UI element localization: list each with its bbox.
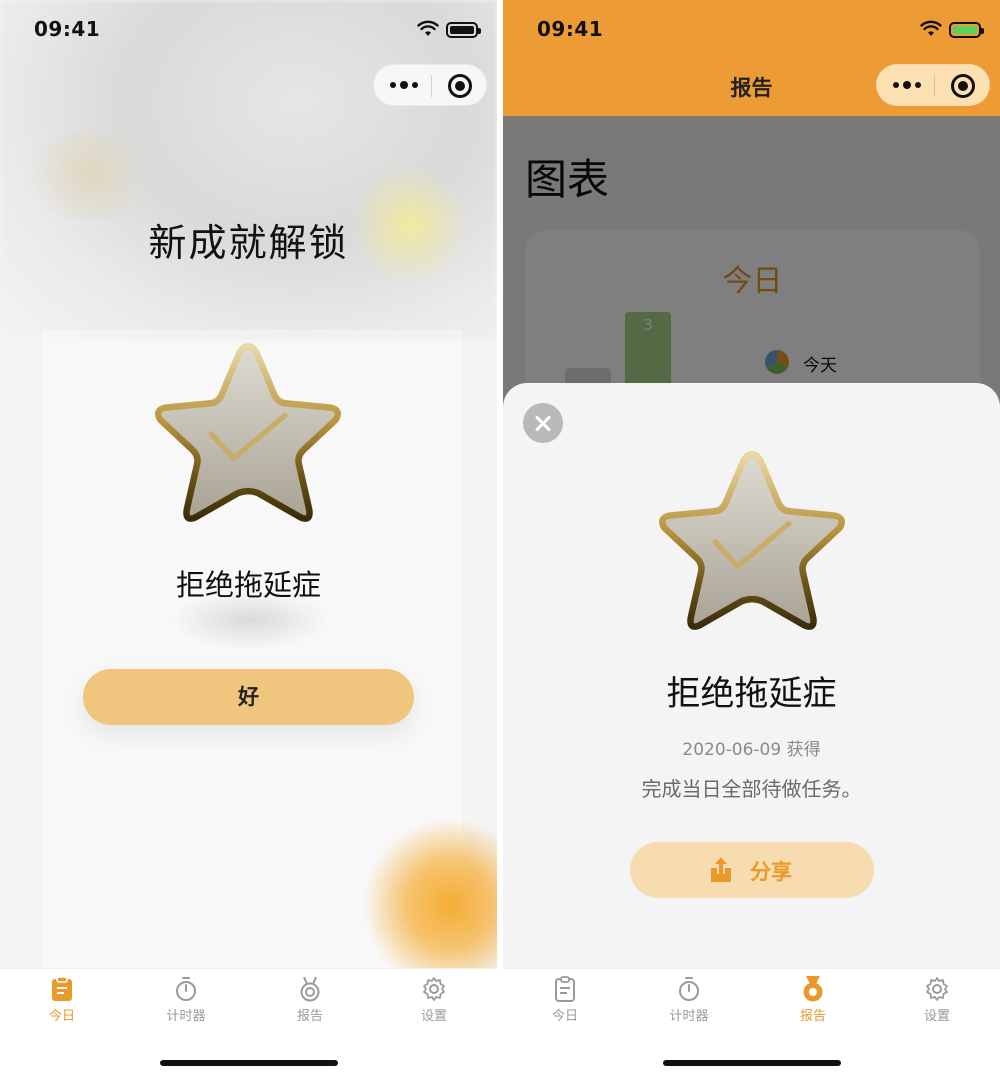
- tab-today[interactable]: 今日: [22, 975, 102, 1024]
- more-icon[interactable]: [893, 75, 923, 95]
- status-bar: 09:41: [0, 0, 497, 60]
- tab-label: 报告: [296, 1009, 323, 1024]
- battery-icon: [446, 22, 481, 38]
- tab-settings[interactable]: 设置: [394, 975, 474, 1024]
- medal-icon: [803, 976, 823, 1002]
- tab-label: 设置: [923, 1009, 950, 1024]
- clipboard-icon: [52, 976, 72, 1001]
- background-blur-shape: [20, 130, 160, 220]
- share-button[interactable]: 分享: [630, 842, 874, 898]
- wifi-icon: [417, 20, 439, 36]
- close-miniprogram-icon[interactable]: [951, 74, 975, 98]
- status-time: 09:41: [537, 17, 604, 41]
- close-button[interactable]: [523, 403, 563, 443]
- tab-label: 报告: [799, 1009, 826, 1024]
- star-badge-icon: [659, 450, 845, 630]
- status-bar: 09:41: [503, 0, 1000, 60]
- timer-icon: [679, 977, 699, 1001]
- gear-icon: [926, 977, 948, 1001]
- star-badge-icon: [155, 342, 341, 522]
- tab-bar: 今日 计时器 报告 设置: [503, 968, 1000, 1076]
- tab-label: 今日: [551, 1009, 578, 1024]
- tab-label: 今日: [48, 1009, 75, 1024]
- more-icon[interactable]: [390, 75, 420, 95]
- miniprogram-capsule: [373, 64, 487, 106]
- achievement-unlock-screen: 09:41 新成就解锁 拒绝拖延症 好 今日 计时器 报告 设置: [0, 0, 497, 1076]
- report-screen: 报告 09:41 图表 今日 3 今天: [503, 0, 1000, 1076]
- tab-label: 计时器: [669, 1009, 709, 1024]
- tab-timer[interactable]: 计时器: [146, 975, 226, 1024]
- miniprogram-capsule: [876, 64, 990, 106]
- clipboard-icon: [555, 976, 575, 1002]
- home-indicator: [160, 1060, 338, 1066]
- badge-description: 完成当日全部待做任务。: [641, 777, 862, 801]
- medal-icon: [300, 976, 320, 1002]
- badge-detail-sheet: 拒绝拖延症 2020-06-09 获得 完成当日全部待做任务。 分享: [503, 383, 1000, 983]
- tab-settings[interactable]: 设置: [897, 975, 977, 1024]
- tab-report[interactable]: 报告: [270, 975, 350, 1024]
- capsule-divider: [934, 75, 935, 97]
- wifi-icon: [920, 20, 942, 36]
- tab-timer[interactable]: 计时器: [649, 975, 729, 1024]
- tab-report[interactable]: 报告: [773, 975, 853, 1024]
- decorative-shadow: [170, 590, 330, 650]
- tab-label: 设置: [420, 1009, 447, 1024]
- share-label: 分享: [750, 860, 792, 884]
- capsule-divider: [431, 75, 432, 97]
- badge-name: 拒绝拖延症: [666, 674, 837, 714]
- tab-today[interactable]: 今日: [525, 975, 605, 1024]
- ok-button[interactable]: 好: [83, 669, 414, 725]
- gear-icon: [423, 977, 445, 1001]
- battery-charging-icon: [949, 22, 984, 38]
- close-miniprogram-icon[interactable]: [448, 74, 472, 98]
- tab-bar: 今日 计时器 报告 设置: [0, 968, 497, 1076]
- tab-label: 计时器: [166, 1009, 206, 1024]
- status-time: 09:41: [34, 17, 101, 41]
- share-icon: [711, 857, 731, 882]
- achievement-title: 新成就解锁: [148, 221, 349, 265]
- home-indicator: [663, 1060, 841, 1066]
- timer-icon: [176, 977, 196, 1001]
- badge-earned-date: 2020-06-09 获得: [682, 740, 821, 760]
